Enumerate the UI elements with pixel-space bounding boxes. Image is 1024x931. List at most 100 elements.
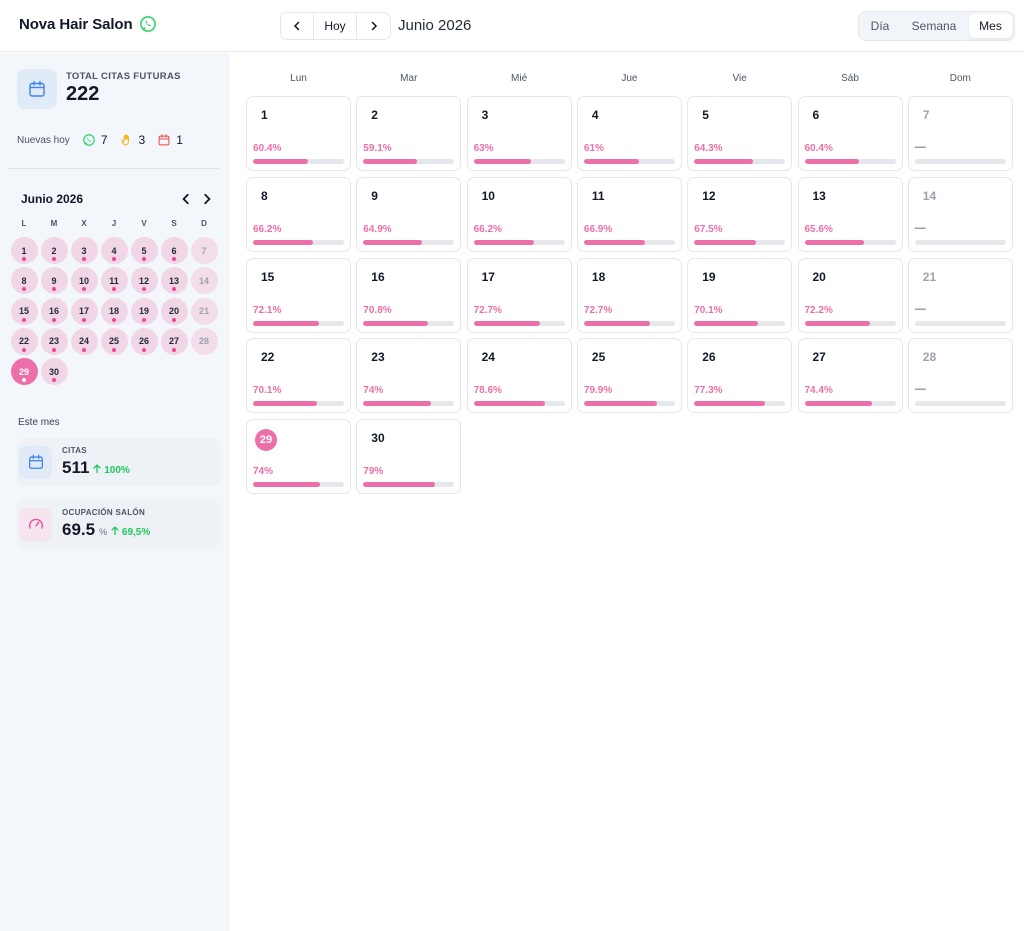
occupancy-bar: [473, 239, 565, 245]
appointment-dot: [82, 257, 86, 261]
calendar-day-cell[interactable]: 10 66.2%: [466, 176, 572, 252]
calendar-day-cell[interactable]: 26 77.3%: [687, 338, 793, 414]
mini-calendar-day[interactable]: 17: [70, 297, 98, 325]
calendar-day-cell[interactable]: 19 70.1%: [687, 257, 793, 333]
mini-calendar-day[interactable]: 11: [100, 267, 128, 295]
calendar-day-cell[interactable]: 25 79.9%: [576, 338, 682, 414]
calendar-day-cell[interactable]: 20 72.2%: [797, 257, 903, 333]
calendar-day-cell[interactable]: 21 —: [907, 257, 1013, 333]
weekday-label: Mar: [400, 73, 418, 84]
calendar-day-cell[interactable]: 23 74%: [356, 338, 462, 414]
calendar-day-cell[interactable]: 11 66.9%: [576, 176, 682, 252]
occupancy-bar-fill: [363, 320, 428, 326]
mini-calendar-day[interactable]: 20: [160, 297, 188, 325]
appointment-dot: [52, 287, 56, 292]
calendar-day-cell[interactable]: 30 79%: [356, 419, 462, 495]
day-number: 20: [812, 269, 826, 284]
mini-calendar-day[interactable]: 29: [10, 358, 38, 386]
calendar-day-cell[interactable]: 5 64.3%: [687, 96, 793, 171]
mini-calendar-day[interactable]: 14: [190, 267, 218, 295]
mini-calendar-day[interactable]: 23: [40, 327, 68, 355]
mini-calendar-day[interactable]: 26: [130, 327, 158, 355]
mini-day-number: 3: [81, 245, 87, 256]
calendar-day-cell[interactable]: 6 60.4%: [797, 96, 903, 171]
next-period-button[interactable]: [357, 13, 390, 39]
mini-calendar-day[interactable]: 5: [130, 237, 158, 264]
mini-calendar-day[interactable]: 10: [70, 267, 98, 295]
appointment-dot: [112, 317, 116, 322]
mini-day-number: 8: [21, 275, 27, 286]
calendar-day-cell[interactable]: 15 72.1%: [246, 257, 351, 333]
chevron-left-icon[interactable]: [180, 193, 192, 205]
prev-period-button[interactable]: [281, 13, 314, 39]
mini-calendar-day[interactable]: 3: [70, 237, 98, 264]
calendar-day-cell[interactable]: 27 74.4%: [797, 338, 903, 414]
calendar-day-cell[interactable]: 12 67.5%: [687, 176, 793, 252]
appointment-dot: [82, 287, 86, 292]
mini-calendar-day[interactable]: 13: [160, 267, 188, 295]
hand-icon: [120, 134, 129, 146]
calendar-day-cell[interactable]: 9 64.9%: [356, 176, 462, 252]
mini-calendar-day[interactable]: 27: [160, 327, 188, 355]
mini-calendar-day[interactable]: 24: [70, 327, 98, 355]
occupancy-percent: 70.1%: [694, 304, 723, 316]
calendar-day-cell[interactable]: 7—: [907, 96, 1013, 171]
mini-calendar-day[interactable]: 25: [100, 327, 128, 355]
calendar-day-cell[interactable]: 17 72.7%: [466, 257, 572, 333]
calendar-day-cell[interactable]: 29 74%: [246, 419, 351, 495]
brand-name: Nova Hair Salon: [19, 15, 133, 33]
mini-day-number: 9: [51, 275, 57, 286]
mini-calendar-day[interactable]: 8: [10, 267, 38, 295]
mini-calendar-day[interactable]: 19: [130, 297, 158, 325]
view-day-button[interactable]: Día: [861, 14, 899, 38]
view-month-button[interactable]: Mes: [969, 14, 1012, 38]
mini-day-number: 23: [48, 336, 59, 347]
occupancy-bar-fill: [253, 159, 308, 164]
mini-calendar-day[interactable]: 4: [100, 237, 128, 264]
calendar-day-cell[interactable]: 16 70.8%: [356, 257, 462, 333]
mini-calendar-day[interactable]: 9: [40, 267, 68, 295]
occupancy-bar-fill: [583, 159, 640, 164]
view-week-button[interactable]: Semana: [899, 14, 969, 38]
mini-calendar-day[interactable]: 15: [10, 297, 38, 325]
occupancy-delta: 69,5%: [111, 526, 150, 538]
occupancy-percent: 60.4%: [804, 143, 833, 154]
calendar-day-cell[interactable]: 1 60.4%: [246, 96, 351, 171]
mini-calendar-day[interactable]: 6: [160, 237, 188, 264]
mini-calendar-day[interactable]: 7: [190, 237, 218, 264]
occupancy-bar: [253, 401, 344, 407]
calendar-day-cell[interactable]: 4 61%: [576, 96, 682, 171]
occupancy-percent: 78.6%: [473, 385, 502, 397]
calendar-day-cell[interactable]: 14 —: [907, 176, 1013, 252]
whatsapp-icon[interactable]: [139, 15, 157, 33]
mini-calendar-day[interactable]: 22: [10, 327, 38, 355]
mini-calendar-day[interactable]: 18: [100, 297, 128, 325]
mini-calendar-day[interactable]: 16: [40, 297, 68, 325]
occupancy-bar: [363, 482, 455, 488]
mini-calendar-day[interactable]: 1: [10, 237, 38, 264]
occupancy-bar-fill: [804, 320, 871, 326]
brand: Nova Hair Salon: [19, 15, 157, 33]
mini-calendar-day[interactable]: 28: [190, 327, 218, 355]
calendar-day-cell[interactable]: 24 78.6%: [466, 338, 572, 414]
mini-calendar-day[interactable]: 2: [40, 237, 68, 264]
chevron-right-icon[interactable]: [201, 193, 213, 205]
new-today: Nuevas hoy 7 3 1: [17, 133, 183, 147]
occupancy-bar: [363, 320, 455, 326]
calendar-day-cell[interactable]: 8 66.2%: [246, 176, 351, 252]
appointment-dot: [112, 287, 116, 292]
calendar-day-cell[interactable]: 28 —: [907, 338, 1013, 414]
calendar-day-cell[interactable]: 3 63%: [466, 96, 572, 171]
calendar-day-cell[interactable]: 18 72.7%: [576, 257, 682, 333]
mini-calendar-day[interactable]: 12: [130, 267, 158, 295]
calendar-day-cell[interactable]: 13 65.6%: [797, 176, 903, 252]
occupancy-bar-fill: [694, 239, 756, 245]
occupancy-percent: 79.9%: [583, 385, 613, 397]
mini-calendar-day[interactable]: 30: [40, 358, 68, 386]
today-button[interactable]: Hoy: [314, 13, 357, 39]
appointment-dot: [82, 347, 86, 352]
mini-calendar-day[interactable]: 21: [190, 297, 218, 325]
calendar-day-cell[interactable]: 2 59.1%: [356, 96, 462, 171]
calendar-day-cell[interactable]: 22 70.1%: [246, 338, 351, 414]
day-number: 17: [481, 269, 495, 284]
